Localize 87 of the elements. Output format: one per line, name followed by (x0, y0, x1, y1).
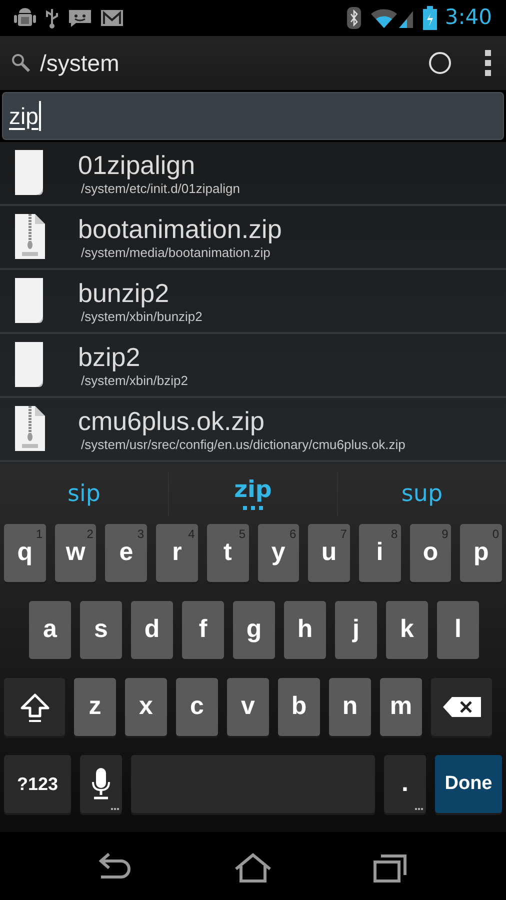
overflow-menu-icon (484, 49, 492, 77)
voice-input-key[interactable] (80, 755, 122, 813)
signal-icon (368, 7, 415, 29)
path-title: /system (40, 48, 120, 78)
suggestion[interactable]: zip (169, 478, 337, 510)
keyboard-key[interactable]: v (227, 678, 269, 736)
suggestion[interactable]: sup (338, 482, 506, 506)
keyboard-key[interactable]: y 6 (258, 524, 300, 582)
file-name: 01zipalign (78, 150, 196, 180)
circle-icon (428, 51, 452, 76)
keyboard-key[interactable]: m (380, 678, 422, 736)
key-hint: 3 (137, 526, 144, 543)
key-hint: 9 (442, 526, 448, 543)
file-path: /system/etc/init.d/01zipalign (80, 180, 240, 196)
keyboard-key[interactable]: x (125, 678, 167, 736)
keyboard-key[interactable]: s (80, 601, 122, 659)
file-row[interactable]: 01zipalign /system/etc/init.d/01zipalign (0, 142, 506, 206)
keyboard-key[interactable]: z (74, 678, 116, 736)
home-button[interactable] (234, 853, 272, 883)
file-row[interactable]: cmu6plus.ok.zip /system/usr/srec/config/en.us/dictionary/cmu6plus.ok.zip (0, 398, 506, 462)
battery-icon (422, 6, 437, 30)
keyboard-key[interactable]: p 0 (460, 524, 502, 582)
mail-icon (100, 8, 124, 28)
file-row[interactable]: bzip2 /system/xbin/bzip2 (0, 334, 506, 398)
keyboard-key[interactable]: r 4 (156, 524, 198, 582)
file-path: /system/xbin/bunzip2 (80, 308, 202, 324)
keyboard-key[interactable]: t 5 (206, 524, 249, 582)
refresh-button[interactable] (428, 50, 452, 76)
file-icon (14, 342, 46, 388)
file-row[interactable]: bootanimation.zip /system/media/bootanimation.zip (0, 206, 506, 270)
keyboard-key[interactable]: f (182, 601, 224, 659)
keyboard-key[interactable]: . (384, 755, 426, 813)
keyboard-key[interactable]: j (335, 601, 377, 659)
backspace-icon (442, 696, 482, 718)
keyboard-key[interactable]: w 2 (54, 524, 96, 582)
file-name: bunzip2 (78, 278, 170, 308)
key-hint: 8 (390, 526, 398, 543)
key-hint: 6 (290, 526, 296, 543)
search-field[interactable]: zip (2, 92, 504, 140)
file-name: cmu6plus.ok.zip (78, 406, 266, 436)
key-hint: 1 (36, 526, 43, 543)
keyboard-key[interactable]: i 8 (358, 524, 401, 582)
keyboard-key[interactable]: a (29, 601, 71, 659)
search-icon (10, 52, 32, 74)
keyboard-key[interactable]: g (233, 601, 275, 659)
recent-apps-button[interactable] (373, 853, 408, 883)
key-hint: 4 (188, 526, 195, 543)
symbols-key[interactable]: ?123 (4, 755, 71, 813)
file-path: /system/xbin/bzip2 (80, 372, 188, 388)
android-icon (14, 7, 36, 29)
zip-file-icon (14, 214, 46, 260)
keyboard-key[interactable]: d (131, 601, 173, 659)
done-key[interactable]: Done (435, 755, 502, 813)
key-hint: 2 (86, 526, 94, 543)
recent-apps-icon (373, 853, 408, 883)
zip-file-icon (14, 406, 46, 452)
bluetooth-icon (346, 7, 361, 29)
file-path: /system/usr/srec/config/en.us/dictionary/cmu6plus.ok.zip (80, 436, 406, 452)
file-row[interactable]: bunzip2 /system/xbin/bunzip2 (0, 270, 506, 334)
file-icon (14, 278, 46, 324)
keyboard-key[interactable]: b (278, 678, 320, 736)
menu-button[interactable] (484, 49, 492, 77)
key-hint: 7 (340, 526, 347, 543)
suggestion[interactable]: sip (0, 482, 168, 506)
microphone-icon (91, 768, 111, 800)
file-icon (14, 150, 46, 196)
keyboard-key[interactable]: l (437, 601, 479, 659)
usb-icon (44, 7, 60, 29)
backspace-key[interactable] (431, 678, 492, 736)
keyboard-key[interactable]: o 9 (410, 524, 452, 582)
file-name: bzip2 (78, 342, 142, 372)
shift-key[interactable] (4, 678, 65, 736)
keyboard-key[interactable]: n (329, 678, 371, 736)
keyboard-key[interactable]: q 1 (4, 524, 46, 582)
chat-icon (68, 7, 92, 29)
clock-time: 3:40 (444, 4, 492, 32)
more-dots-icon (243, 506, 263, 510)
keyboard-key[interactable]: h (284, 601, 326, 659)
key-hint: 5 (238, 526, 246, 543)
keyboard-key[interactable]: e 3 (105, 524, 148, 582)
keyboard-key[interactable]: k (386, 601, 428, 659)
home-icon (234, 853, 272, 883)
key-hint: 0 (492, 526, 500, 543)
keyboard-key[interactable]: c (176, 678, 218, 736)
file-path: /system/media/bootanimation.zip (80, 244, 272, 260)
file-name: bootanimation.zip (78, 214, 282, 244)
keyboard-key[interactable]: u 7 (308, 524, 350, 582)
